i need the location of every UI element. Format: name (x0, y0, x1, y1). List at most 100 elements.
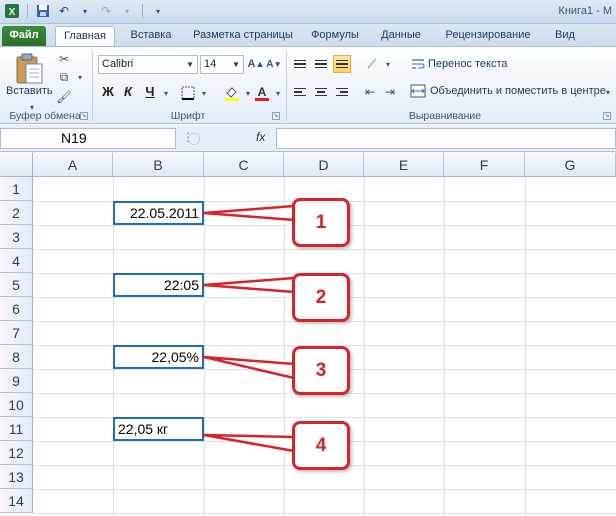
merge-center-icon[interactable] (410, 83, 426, 99)
tab-file[interactable]: Файл (2, 26, 46, 46)
shrink-font-icon[interactable]: A ▼ (266, 56, 282, 72)
callout-4: 4 (292, 421, 350, 470)
ribbon-tabs: Файл Главная Вставка Разметка страницы Ф… (0, 24, 616, 46)
undo-dropdown-icon[interactable]: ▾ (77, 3, 93, 19)
column-header-d[interactable]: D (284, 153, 364, 177)
align-center-icon[interactable] (312, 83, 330, 101)
column-header-e[interactable]: E (364, 153, 444, 177)
chevron-down-icon: ▼ (232, 60, 240, 69)
grow-font-icon[interactable]: A ▲ (248, 56, 265, 72)
format-painter-icon[interactable]: 🖌 (56, 89, 72, 105)
select-all-corner[interactable] (0, 153, 33, 177)
cell-b5[interactable]: 22:05 (113, 273, 204, 297)
excel-logo-icon: X (4, 3, 20, 19)
row-header-11[interactable]: 11 (0, 417, 33, 441)
row-header-12[interactable]: 12 (0, 441, 33, 465)
row-header-13[interactable]: 13 (0, 465, 33, 489)
callout-arrow-4 (202, 433, 296, 453)
redo-icon[interactable]: ↷ (98, 3, 114, 19)
callout-arrow-3 (202, 355, 296, 380)
borders-dropdown-icon[interactable]: ▾ (196, 85, 212, 101)
font-size-select[interactable]: 14 ▼ (200, 55, 244, 74)
row-header-6[interactable]: 6 (0, 297, 33, 321)
merge-dropdown-icon[interactable]: ▾ (600, 84, 616, 100)
align-left-icon[interactable] (291, 83, 309, 101)
paste-button-label[interactable]: Вставить (6, 85, 53, 97)
align-right-icon[interactable] (333, 83, 351, 101)
column-header-c[interactable]: C (204, 153, 284, 177)
merge-center-button[interactable]: Объединить и поместить в центре (430, 85, 606, 97)
wrap-text-icon[interactable] (410, 56, 426, 72)
orientation-icon[interactable]: ⟋ (364, 56, 380, 72)
customize-toolbar-icon[interactable]: ▾ (150, 3, 166, 19)
formula-circle-icon: ◯ (187, 131, 201, 145)
fill-color-icon[interactable] (224, 85, 240, 101)
tab-formulas[interactable]: Формулы (306, 26, 364, 46)
font-name-value: Calibri (102, 58, 134, 70)
insert-function-icon[interactable]: fx (256, 130, 265, 144)
svg-text:A: A (258, 85, 267, 99)
row-header-3[interactable]: 3 (0, 225, 33, 249)
wrap-text-button[interactable]: Перенос текста (428, 58, 508, 70)
redo-dropdown-icon[interactable]: ▾ (119, 3, 135, 19)
align-bottom-icon[interactable] (333, 55, 351, 73)
font-color-dropdown-icon[interactable]: ▾ (270, 85, 286, 101)
increase-indent-icon[interactable]: ⇥ (382, 84, 398, 100)
row-header-5[interactable]: 5 (0, 273, 33, 297)
column-header-g[interactable]: G (525, 153, 616, 177)
tab-home[interactable]: Главная (55, 26, 115, 46)
row-header-9[interactable]: 9 (0, 369, 33, 393)
row-header-2[interactable]: 2 (0, 201, 33, 225)
paste-icon[interactable] (14, 53, 44, 85)
ribbon-home: Вставить ▾ ✂ ⧉ ▾ 🖌 Буфер обмена ↘ Calibr… (0, 46, 616, 124)
underline-dropdown-icon[interactable]: ▾ (158, 85, 174, 101)
formula-input[interactable] (276, 128, 616, 149)
copy-icon[interactable]: ⧉ (56, 69, 72, 85)
name-box[interactable]: N19 (0, 128, 176, 149)
font-color-icon[interactable]: A (254, 85, 270, 101)
chevron-down-icon: ▼ (186, 60, 194, 69)
row-header-1[interactable]: 1 (0, 177, 33, 201)
cell-b11[interactable]: 22,05 кг (113, 417, 204, 441)
column-header-f[interactable]: F (444, 153, 525, 177)
cell-b8[interactable]: 22,05% (113, 345, 204, 369)
bold-button[interactable]: Ж (100, 83, 116, 101)
underline-button[interactable]: Ч (142, 83, 158, 101)
row-header-7[interactable]: 7 (0, 321, 33, 345)
callout-arrow-1 (202, 204, 296, 222)
tab-view[interactable]: Вид (546, 26, 584, 46)
callout-2: 2 (292, 273, 350, 322)
clipboard-group-label: Буфер обмена (9, 110, 81, 122)
save-icon[interactable] (35, 3, 51, 19)
formula-bar: N19 ⋮ ◯ fx (0, 125, 616, 152)
row-header-4[interactable]: 4 (0, 249, 33, 273)
cell-b2[interactable]: 22.05.2011 (113, 201, 204, 225)
align-top-icon[interactable] (291, 55, 309, 73)
font-group-label: Шрифт (170, 110, 206, 122)
row-header-14[interactable]: 14 (0, 489, 33, 513)
align-middle-icon[interactable] (312, 55, 330, 73)
undo-icon[interactable]: ↶ (56, 3, 72, 19)
tab-review[interactable]: Рецензирование (440, 26, 536, 46)
row-header-8[interactable]: 8 (0, 345, 33, 369)
italic-button[interactable]: К (120, 83, 136, 101)
callout-arrow-2 (202, 276, 296, 294)
font-launcher-icon[interactable]: ↘ (272, 112, 280, 120)
font-size-value: 14 (204, 58, 217, 70)
tab-page-layout[interactable]: Разметка страницы (188, 26, 298, 46)
row-header-10[interactable]: 10 (0, 393, 33, 417)
tab-data[interactable]: Данные (374, 26, 428, 46)
decrease-indent-icon[interactable]: ⇤ (362, 84, 378, 100)
tab-insert[interactable]: Вставка (124, 26, 178, 46)
cut-icon[interactable]: ✂ (56, 51, 72, 67)
alignment-launcher-icon[interactable]: ↘ (603, 112, 611, 120)
borders-icon[interactable] (180, 85, 196, 101)
clipboard-launcher-icon[interactable]: ↘ (80, 112, 88, 120)
column-header-a[interactable]: A (33, 153, 113, 177)
alignment-group-label: Выравнивание (408, 110, 482, 122)
copy-dropdown-icon[interactable]: ▾ (72, 69, 88, 85)
font-name-select[interactable]: Calibri ▼ (98, 55, 198, 74)
column-header-b[interactable]: B (113, 153, 204, 177)
orientation-dropdown-icon[interactable]: ▾ (380, 56, 396, 72)
spreadsheet-grid: A B C D E F G 1 2 3 4 5 6 7 8 9 10 11 12… (0, 153, 616, 516)
